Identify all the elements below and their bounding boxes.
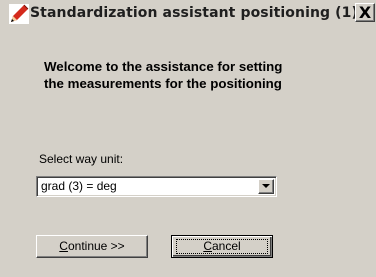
title-bar[interactable]: Standardization assistant positioning (1… <box>2 3 375 25</box>
unit-select[interactable]: grad (3) = deg <box>36 176 277 197</box>
continue-accel-key: C <box>59 239 68 253</box>
welcome-line-2: the measurements for the positioning <box>44 76 282 91</box>
continue-label: ontinue >> <box>67 239 125 253</box>
welcome-line-1: Welcome to the assistance for setting <box>44 59 283 74</box>
dialog-window: Standardization assistant positioning (1… <box>0 0 376 277</box>
continue-button[interactable]: Continue >> <box>36 235 148 258</box>
close-button[interactable]: X <box>355 3 375 22</box>
cancel-label: ancel <box>211 239 241 253</box>
chevron-down-icon[interactable] <box>258 179 274 194</box>
unit-select-value: grad (3) = deg <box>41 179 117 193</box>
welcome-message: Welcome to the assistance for setting th… <box>44 58 282 92</box>
pencil-icon <box>9 4 29 24</box>
window-title: Standardization assistant positioning (1… <box>30 5 358 21</box>
close-icon: X <box>358 3 372 22</box>
select-unit-label: Select way unit: <box>39 152 124 166</box>
cancel-button[interactable]: Cancel <box>171 235 273 258</box>
cancel-accel-key: C <box>203 239 212 253</box>
